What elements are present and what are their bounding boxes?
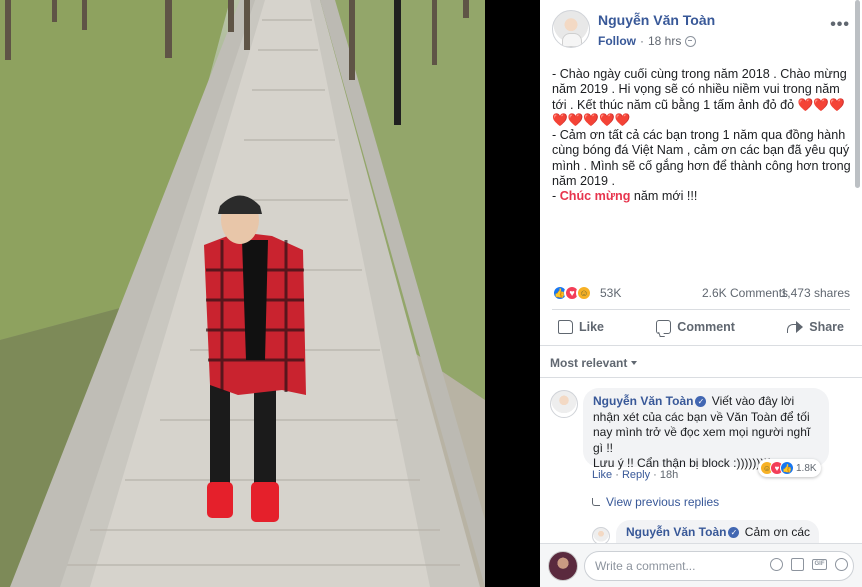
viewer-avatar	[548, 551, 578, 581]
comment-actions: Like · Reply · 18h	[592, 469, 679, 481]
divider	[540, 377, 862, 378]
emoji-icon[interactable]	[770, 558, 783, 571]
post-paragraph-2: - Cảm ơn tất cả các bạn trong 1 năm qua …	[552, 128, 851, 189]
meta-separator: ·	[640, 34, 644, 48]
post-paragraph-3: - Chúc mừng năm mới !!!	[552, 189, 698, 204]
author-avatar[interactable]	[552, 10, 590, 48]
reaction-count[interactable]: 53K	[600, 286, 621, 300]
comment-like-link[interactable]: Like	[592, 469, 612, 481]
composer-icons: GIF	[770, 558, 848, 571]
follow-link[interactable]: Follow	[598, 34, 636, 48]
comment-reactions[interactable]: ☺ ♥ 👍 1.8K	[758, 459, 821, 477]
post-photo[interactable]	[0, 0, 485, 587]
post-text: - Chào ngày cuối cùng trong năm 2018 . C…	[552, 67, 854, 205]
post-paragraph-1: - Chào ngày cuối cùng trong năm 2018 . C…	[552, 67, 847, 127]
reply-arrow-icon	[592, 498, 600, 506]
author-name[interactable]: Nguyễn Văn Toàn	[598, 12, 715, 28]
reply-text: Cảm ơn các	[744, 525, 811, 539]
view-previous-replies[interactable]: View previous replies	[592, 495, 719, 509]
post-meta: Follow · 18 hrs	[598, 34, 697, 48]
verified-icon: ✓	[695, 396, 707, 408]
scrollbar[interactable]	[855, 0, 860, 188]
comment-composer: Write a comment... GIF	[540, 543, 862, 587]
camera-icon[interactable]	[791, 558, 804, 571]
comment-button[interactable]: Comment	[650, 316, 741, 338]
shares-count[interactable]: 1,473 shares	[781, 286, 850, 300]
comments-count[interactable]: 2.6K Comments	[702, 286, 788, 300]
reply-author[interactable]: Nguyễn Văn Toàn	[626, 525, 726, 539]
sticker-icon[interactable]	[835, 558, 848, 571]
lightbox-gap	[485, 0, 540, 587]
comment-text-2: Lưu ý !! Cẩn thận bị block :)))))))))	[593, 456, 773, 470]
more-icon[interactable]: •••	[830, 16, 850, 34]
haha-reaction-icon: ☺	[576, 285, 592, 301]
reply-bubble: Nguyễn Văn Toàn ✓ Cảm ơn các	[616, 520, 819, 544]
chevron-down-icon	[631, 361, 638, 365]
comment-author[interactable]: Nguyễn Văn Toàn	[593, 394, 693, 408]
divider	[552, 309, 850, 310]
comment-reaction-count: 1.8K	[796, 462, 817, 474]
gif-icon[interactable]: GIF	[812, 559, 827, 570]
like-button[interactable]: Like	[552, 316, 610, 338]
comment-sort-dropdown[interactable]: Most relevant	[550, 356, 638, 370]
post-stats: 👍 ♥ ☺ 53K 2.6K Comments 1,473 shares	[552, 283, 850, 303]
commenter-avatar[interactable]	[550, 390, 578, 418]
share-button[interactable]: Share	[781, 316, 850, 338]
comment-time[interactable]: 18h	[660, 469, 678, 481]
action-bar: Like Comment Share	[552, 313, 850, 341]
like-icon	[558, 320, 573, 334]
globe-icon	[685, 35, 697, 47]
like-reaction-icon: 👍	[780, 461, 794, 475]
post-header: Nguyễn Văn Toàn Follow · 18 hrs •••	[552, 10, 852, 54]
post-time[interactable]: 18 hrs	[648, 34, 681, 48]
verified-icon: ✓	[728, 527, 740, 539]
share-icon	[787, 321, 804, 333]
divider	[540, 345, 862, 346]
comment-bubble: Nguyễn Văn Toàn ✓ Viết vào đây lời nhận x…	[583, 388, 829, 470]
comment-reply-link[interactable]: Reply	[622, 469, 650, 481]
post-panel: Nguyễn Văn Toàn Follow · 18 hrs ••• - Ch…	[540, 0, 862, 587]
comment-icon	[656, 320, 672, 334]
photo-scene	[0, 0, 485, 587]
reaction-icons[interactable]: 👍 ♥ ☺	[552, 285, 592, 301]
highlight-text: Chúc mừng	[559, 189, 631, 204]
